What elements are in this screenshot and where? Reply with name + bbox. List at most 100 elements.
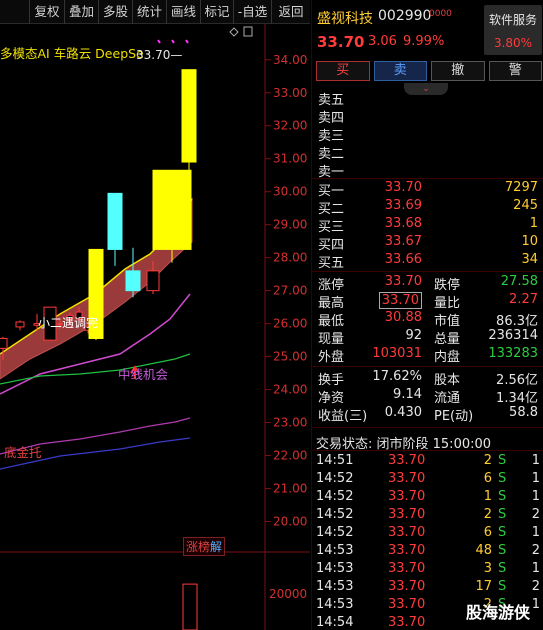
total-vol-value: 236314 — [488, 328, 538, 343]
tick-row: 14:53 33.70 48 S 2 — [312, 543, 543, 561]
price-tick-label: 21.00 — [273, 482, 307, 496]
price-tick-label: 26.00 — [273, 317, 307, 331]
toolbar-menu-icon[interactable] — [0, 0, 30, 24]
divider — [312, 178, 543, 179]
fund-row-2: 净资 9.14 流通 1.34亿 — [312, 387, 543, 406]
sector-box[interactable]: 软件服务 3.80% — [484, 5, 542, 55]
tick-time: 14:51 — [316, 453, 354, 468]
buy-level-3[interactable]: 买三 33.68 1 — [312, 216, 543, 235]
mkt-cap-label: 市值 — [434, 314, 461, 329]
buy-button[interactable]: 买 — [316, 61, 370, 81]
sell-level-4: 卖四 — [312, 107, 543, 126]
stock-price: 33.70 — [317, 33, 365, 51]
buy-level-5[interactable]: 买五 33.66 34 — [312, 252, 543, 271]
alert-button[interactable]: 警 — [488, 61, 542, 81]
tick-vol: 3 — [483, 561, 492, 576]
stock-name[interactable]: 盛视科技 — [317, 8, 373, 28]
toolbar-statistics[interactable]: 统计 — [133, 0, 167, 24]
buy-level-2[interactable]: 买二 33.69 245 — [312, 198, 543, 217]
float-value: 1.34亿 — [496, 391, 538, 406]
buy-level-price: 33.70 — [384, 180, 422, 195]
tick-row: 14:52 33.70 6 S 1 — [312, 471, 543, 489]
candle-body — [152, 169, 192, 250]
high-label: 最高 — [318, 296, 345, 311]
cancel-order-button[interactable]: 撤 — [431, 61, 485, 81]
tick-side: S — [498, 489, 507, 504]
diamond-icon[interactable] — [229, 27, 239, 37]
buy-level-price: 33.67 — [384, 234, 422, 249]
vol-ratio-value: 2.27 — [509, 292, 538, 307]
float-label: 流通 — [434, 391, 461, 406]
volume-tick-label: 20000 — [269, 587, 307, 601]
candle-body — [125, 270, 141, 292]
high-price-label: 33.70— — [136, 48, 183, 62]
tick-side: S — [498, 579, 507, 594]
candle-body — [107, 192, 123, 250]
eps-value: 0.430 — [384, 405, 422, 420]
stock-change-pct: 9.99% — [403, 34, 445, 49]
limit-up-label: 涨停 — [318, 278, 345, 293]
toolbar-mark[interactable]: 标记 — [201, 0, 234, 24]
price-tick-label: 30.00 — [273, 185, 307, 199]
candle-body — [181, 69, 197, 163]
tick-count: 1 — [531, 561, 540, 576]
tick-row: 14:52 33.70 6 S 1 — [312, 525, 543, 543]
stats-row-3: 最低 30.88 市值 86.3亿 — [312, 310, 543, 329]
kline-chart[interactable]: 34.00 33.00 32.00 31.00 30.00 29.00 28.00 27.00… — [0, 24, 310, 630]
toolbar-draw-line[interactable]: 画线 — [167, 0, 201, 24]
marker-dot-2 — [171, 39, 175, 44]
tick-count: 1 — [531, 489, 540, 504]
divider — [312, 271, 543, 272]
buy-level-4[interactable]: 买四 33.67 10 — [312, 234, 543, 253]
fund-row-3: 收益(三) 0.430 PE(动) 58.8 — [312, 405, 543, 424]
price-tick-label: 20.00 — [273, 515, 307, 529]
tick-count: 2 — [531, 507, 540, 522]
tick-price: 33.70 — [388, 597, 426, 612]
low-value: 30.88 — [384, 310, 422, 325]
stock-tag: 0000 — [429, 9, 452, 19]
tick-count: 1 — [531, 471, 540, 486]
toolbar-restore-rights[interactable]: 复权 — [30, 0, 65, 24]
now-vol-label: 现量 — [318, 332, 345, 347]
toolbar-remove-watchlist[interactable]: -自选 — [234, 0, 272, 24]
limit-down-label: 跌停 — [434, 278, 461, 293]
stock-change: 3.06 — [368, 34, 397, 49]
tick-time: 14:52 — [316, 525, 354, 540]
fund-row-1: 换手 17.62% 股本 2.56亿 — [312, 369, 543, 388]
buy-level-vol: 34 — [521, 252, 538, 267]
sell-level-label: 卖四 — [318, 111, 345, 126]
sell-level-label: 卖二 — [318, 147, 345, 162]
limit-down-value: 27.58 — [500, 274, 538, 289]
chart-toolbar: 复权 叠加 多股 统计 画线 标记 -自选 返回 — [0, 0, 310, 24]
toolbar-multi-stock[interactable]: 多股 — [99, 0, 133, 24]
tick-vol: 6 — [483, 525, 492, 540]
price-tick-label: 29.00 — [273, 218, 307, 232]
candle-body — [146, 270, 160, 292]
price-tick-label: 34.00 — [273, 53, 307, 67]
quote-panel: 盛视科技 002990 0000 33.70 3.06 9.99% 软件服务 3… — [311, 0, 543, 630]
tick-vol: 17 — [475, 579, 492, 594]
volume-axis: 2000010000 — [269, 587, 307, 601]
price-tick-label: 28.00 — [273, 251, 307, 265]
tick-side: S — [498, 453, 507, 468]
equity-label: 股本 — [434, 373, 461, 388]
tick-time: 14:52 — [316, 489, 354, 504]
tick-price: 33.70 — [388, 543, 426, 558]
toolbar-back[interactable]: 返回 — [272, 0, 310, 24]
zhangbang-badge[interactable]: 涨榜解 — [183, 537, 226, 556]
equity-value: 2.56亿 — [496, 373, 538, 388]
buy-level-price: 33.66 — [384, 252, 422, 267]
mkt-cap-value: 86.3亿 — [496, 314, 538, 329]
sell-button[interactable]: 卖 — [373, 61, 427, 81]
buy-level-1[interactable]: 买一 33.70 7297 — [312, 180, 543, 199]
buy-level-label: 买五 — [318, 256, 345, 271]
tick-price: 33.70 — [388, 579, 426, 594]
marker-dot-1 — [157, 39, 161, 44]
nav-label: 净资 — [318, 391, 345, 406]
limit-up-value: 33.70 — [384, 274, 422, 289]
toolbar-overlay[interactable]: 叠加 — [65, 0, 99, 24]
watermark-text: 股海游侠 — [466, 603, 531, 622]
pe-value: 58.8 — [509, 405, 538, 420]
square-icon[interactable] — [243, 26, 253, 37]
tick-price: 33.70 — [388, 507, 426, 522]
